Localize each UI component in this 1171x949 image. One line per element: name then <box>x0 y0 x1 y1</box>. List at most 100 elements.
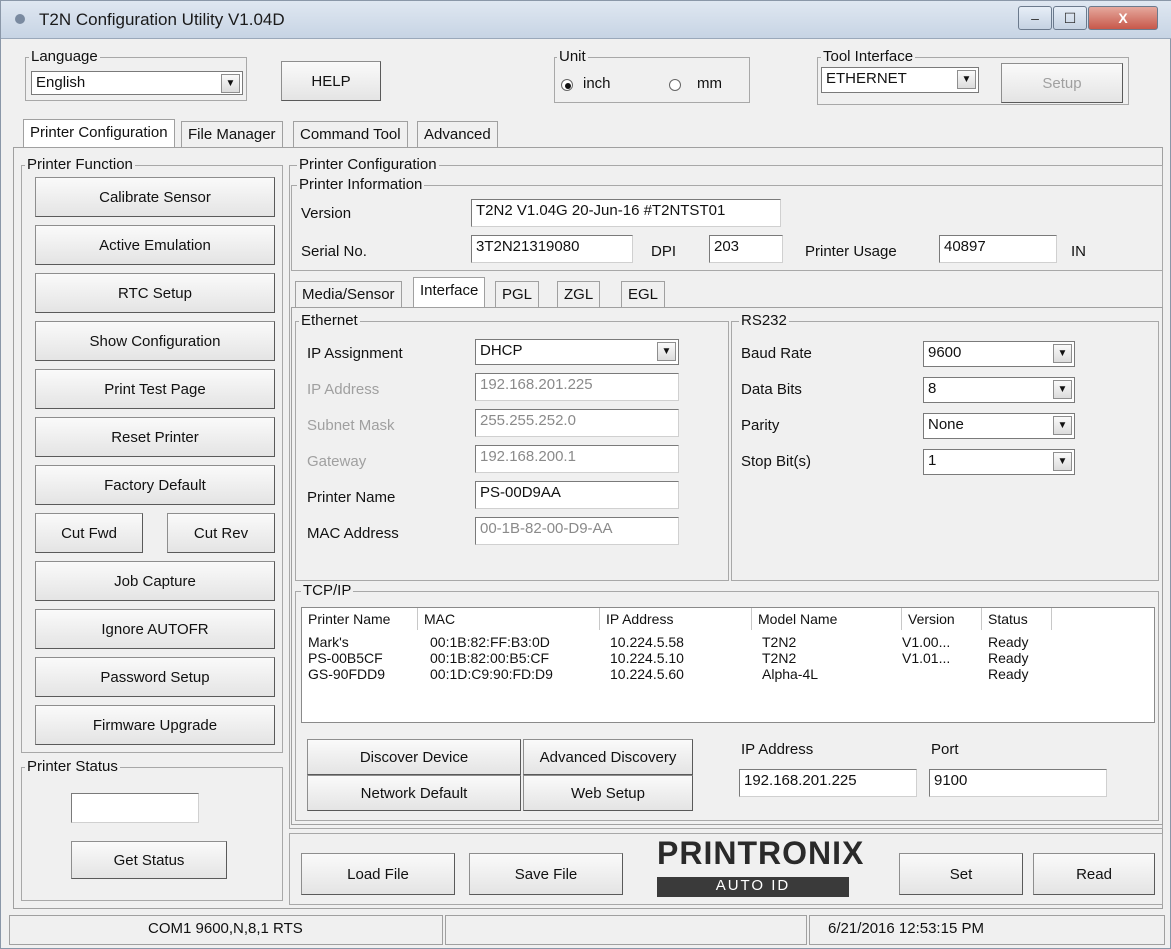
unit-label: Unit <box>557 48 588 65</box>
cell-ip-address: 10.224.5.58 <box>610 634 684 650</box>
baud-rate-value: 9600 <box>928 344 962 361</box>
cut-fwd-button[interactable]: Cut Fwd <box>35 513 143 553</box>
show-configuration-button[interactable]: Show Configuration <box>35 321 275 361</box>
table-row[interactable]: PS-00B5CF 00:1B:82:00:B5:CF 10.224.5.10 … <box>302 650 1052 666</box>
tool-interface-select[interactable]: ETHERNET ▼ <box>821 67 979 93</box>
chevron-down-icon[interactable]: ▼ <box>1053 344 1072 363</box>
ignore-autofr-button[interactable]: Ignore AUTOFR <box>35 609 275 649</box>
unit-mm-radio[interactable] <box>669 79 681 91</box>
rtc-setup-button[interactable]: RTC Setup <box>35 273 275 313</box>
tab-egl[interactable]: EGL <box>621 281 666 307</box>
column-header-model-name[interactable]: Model Name <box>752 608 902 630</box>
tool-interface-label: Tool Interface <box>821 48 916 65</box>
calibrate-sensor-button[interactable]: Calibrate Sensor <box>35 177 275 217</box>
auto-id-logo: AUTO ID <box>657 877 849 897</box>
chevron-down-icon[interactable]: ▼ <box>221 74 240 93</box>
target-ip-field[interactable]: 192.168.201.225 <box>739 769 917 797</box>
parity-select[interactable]: None ▼ <box>923 413 1075 439</box>
statusbar-port-text: COM1 9600,N,8,1 RTS <box>148 920 303 937</box>
gateway-field[interactable]: 192.168.200.1 <box>475 445 679 473</box>
print-test-page-button[interactable]: Print Test Page <box>35 369 275 409</box>
network-default-button[interactable]: Network Default <box>307 775 521 811</box>
column-header-version[interactable]: Version <box>902 608 982 630</box>
cell-model-name: T2N2 <box>762 634 797 650</box>
cell-status: Ready <box>988 666 1029 682</box>
cell-mac: 00:1B:82:00:B5:CF <box>430 650 550 666</box>
save-file-button[interactable]: Save File <box>469 853 623 895</box>
tcpip-label: TCP/IP <box>301 582 354 599</box>
advanced-discovery-button[interactable]: Advanced Discovery <box>523 739 693 775</box>
close-button[interactable]: X <box>1088 6 1158 30</box>
table-row[interactable]: GS-90FDD9 00:1D:C9:90:FD:D9 10.224.5.60 … <box>302 666 1052 682</box>
cell-mac: 00:1B:82:FF:B3:0D <box>430 634 550 650</box>
factory-default-button[interactable]: Factory Default <box>35 465 275 505</box>
device-list[interactable]: Printer Name MAC IP Address Model Name V… <box>301 607 1155 723</box>
tab-advanced[interactable]: Advanced <box>417 121 498 147</box>
web-setup-button[interactable]: Web Setup <box>523 775 693 811</box>
help-button[interactable]: HELP <box>281 61 381 101</box>
data-bits-value: 8 <box>928 380 937 397</box>
cell-printer-name: GS-90FDD9 <box>308 666 386 682</box>
cell-model-name: Alpha-4L <box>762 666 819 682</box>
ip-address-field[interactable]: 192.168.201.225 <box>475 373 679 401</box>
tab-zgl[interactable]: ZGL <box>557 281 601 307</box>
printer-function-label: Printer Function <box>25 156 135 173</box>
statusbar-middle <box>445 915 807 945</box>
port-label: Port <box>931 741 959 758</box>
password-setup-button[interactable]: Password Setup <box>35 657 275 697</box>
load-file-button[interactable]: Load File <box>301 853 455 895</box>
baud-rate-label: Baud Rate <box>741 345 812 362</box>
subnet-mask-label: Subnet Mask <box>307 417 395 434</box>
chevron-down-icon[interactable]: ▼ <box>957 70 976 89</box>
job-capture-button[interactable]: Job Capture <box>35 561 275 601</box>
tab-command-tool[interactable]: Command Tool <box>293 121 408 147</box>
baud-rate-select[interactable]: 9600 ▼ <box>923 341 1075 367</box>
cell-version: V1.01... <box>902 650 951 666</box>
reset-printer-button[interactable]: Reset Printer <box>35 417 275 457</box>
setup-button[interactable]: Setup <box>1001 63 1123 103</box>
discover-device-button[interactable]: Discover Device <box>307 739 521 775</box>
stop-bits-select[interactable]: 1 ▼ <box>923 449 1075 475</box>
column-header-status[interactable]: Status <box>982 608 1052 630</box>
maximize-button[interactable]: ☐ <box>1053 6 1087 30</box>
get-status-button[interactable]: Get Status <box>71 841 227 879</box>
printer-status-field <box>71 793 199 823</box>
tab-media-sensor[interactable]: Media/Sensor <box>295 281 402 307</box>
column-header-mac[interactable]: MAC <box>418 608 600 630</box>
set-button[interactable]: Set <box>899 853 1023 895</box>
tab-file-manager[interactable]: File Manager <box>181 121 283 147</box>
unit-inch-radio[interactable] <box>561 79 573 91</box>
printer-usage-field: 40897 <box>939 235 1057 263</box>
language-select[interactable]: English ▼ <box>31 71 243 95</box>
column-header-printer-name[interactable]: Printer Name <box>302 608 418 630</box>
cut-rev-button[interactable]: Cut Rev <box>167 513 275 553</box>
chevron-down-icon[interactable]: ▼ <box>1053 452 1072 471</box>
chevron-down-icon[interactable]: ▼ <box>1053 380 1072 399</box>
rs232-label: RS232 <box>739 312 789 329</box>
firmware-upgrade-button[interactable]: Firmware Upgrade <box>35 705 275 745</box>
tool-interface-value: ETHERNET <box>826 70 907 87</box>
active-emulation-button[interactable]: Active Emulation <box>35 225 275 265</box>
chevron-down-icon[interactable]: ▼ <box>657 342 676 361</box>
data-bits-select[interactable]: 8 ▼ <box>923 377 1075 403</box>
unit-inch-label: inch <box>583 75 611 92</box>
serial-no-label: Serial No. <box>301 243 367 260</box>
printer-name-field[interactable]: PS-00D9AA <box>475 481 679 509</box>
printer-usage-label: Printer Usage <box>805 243 897 260</box>
tab-interface[interactable]: Interface <box>413 277 486 307</box>
cell-ip-address: 10.224.5.60 <box>610 666 684 682</box>
subnet-mask-field[interactable]: 255.255.252.0 <box>475 409 679 437</box>
chevron-down-icon[interactable]: ▼ <box>1053 416 1072 435</box>
port-field[interactable]: 9100 <box>929 769 1107 797</box>
dpi-label: DPI <box>651 243 677 260</box>
minimize-button[interactable]: – <box>1018 6 1052 30</box>
language-label: Language <box>29 48 100 65</box>
table-row[interactable]: Mark's 00:1B:82:FF:B3:0D 10.224.5.58 T2N… <box>302 634 1052 650</box>
printer-usage-unit: IN <box>1071 243 1086 260</box>
stop-bits-value: 1 <box>928 452 937 469</box>
tab-pgl[interactable]: PGL <box>495 281 540 307</box>
column-header-ip-address[interactable]: IP Address <box>600 608 752 630</box>
read-button[interactable]: Read <box>1033 853 1155 895</box>
ip-assignment-select[interactable]: DHCP ▼ <box>475 339 679 365</box>
tab-printer-configuration[interactable]: Printer Configuration <box>23 119 175 147</box>
